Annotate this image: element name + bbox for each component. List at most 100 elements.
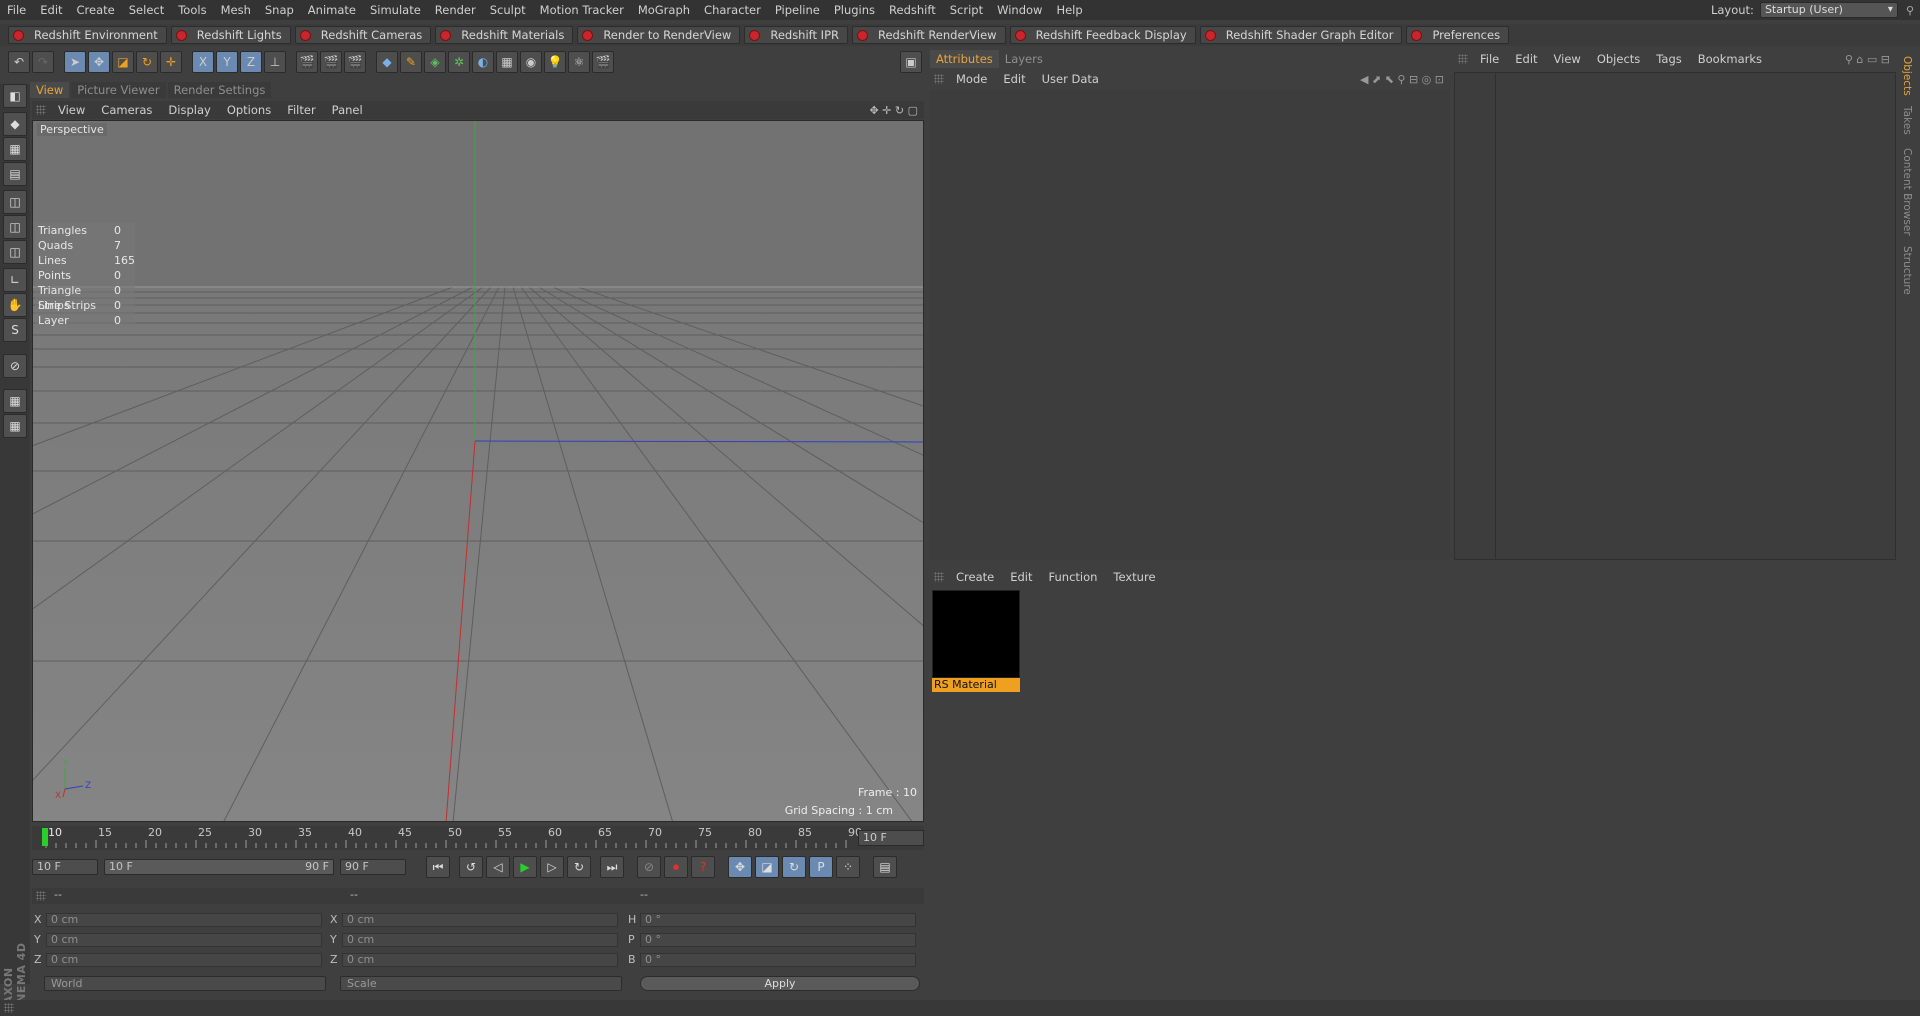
tab-render-settings[interactable]: Render Settings [167,82,272,98]
preferences-button[interactable]: Preferences [1406,26,1510,44]
viewport-menu-view[interactable]: View [50,101,93,119]
timeline-ruler[interactable]: 10 15 20 25 30 35 40 45 50 55 60 65 70 75 80 85 90 [32,826,924,850]
workplane-mode-icon[interactable]: ▤ [3,162,27,186]
menu-edit[interactable]: Edit [33,0,69,20]
autokeying-icon[interactable]: ⏺ [664,856,688,878]
scale-key-icon[interactable]: ◪ [755,856,779,878]
scale-dropdown[interactable]: Scale [340,976,622,991]
end-frame-field[interactable]: 90 F [340,859,406,875]
pos-x-field[interactable]: 0 cm [46,913,322,927]
objects-menu-view[interactable]: View [1546,50,1589,68]
layout-dropdown[interactable]: Startup (User) [1759,2,1898,18]
redshift-lights-button[interactable]: Redshift Lights [170,26,291,44]
redshift-feedback-display-button[interactable]: Redshift Feedback Display [1009,26,1196,44]
menu-animate[interactable]: Animate [301,0,363,20]
camera-icon[interactable]: ◉ [520,51,542,73]
workplane-icon[interactable]: ▦ [3,389,27,413]
render-view-icon[interactable]: 🎬 [296,51,318,73]
menu-help[interactable]: Help [1049,0,1089,20]
keyframe-selection-icon[interactable]: ? [691,856,715,878]
side-tab-structure[interactable]: Structure [1901,246,1913,295]
dynamics-icon[interactable]: ⚛ [568,51,590,73]
parameter-key-icon[interactable]: P [809,856,833,878]
tab-view[interactable]: View [30,82,70,98]
play-forward-icon[interactable]: ▶ [513,856,537,878]
subdivision-surface-icon[interactable]: ◈ [424,51,446,73]
edit-render-settings-icon[interactable]: 🎬 [344,51,366,73]
viewport-menu-filter[interactable]: Filter [279,101,323,119]
record-keys-icon[interactable]: ⊘ [637,856,661,878]
coordinate-system-icon[interactable]: ⊥ [264,51,286,73]
cloner-icon[interactable]: ✲ [448,51,470,73]
menu-motion-tracker[interactable]: Motion Tracker [533,0,631,20]
objects-menu-edit[interactable]: Edit [1507,50,1545,68]
apply-button[interactable]: Apply [640,976,920,991]
attributes-menu-edit[interactable]: Edit [995,70,1033,88]
size-y-field[interactable]: 0 cm [342,933,618,947]
tab-picture-viewer[interactable]: Picture Viewer [71,82,166,98]
current-frame-field[interactable]: 10 F [858,830,924,846]
point-level-animation-icon[interactable]: ⁘ [836,856,860,878]
rotation-key-icon[interactable]: ↻ [782,856,806,878]
x-axis-lock-icon[interactable]: X [192,51,214,73]
deformer-icon[interactable]: ◐ [472,51,494,73]
grip-icon[interactable] [934,74,944,84]
undo-icon[interactable]: ↶ [8,51,30,73]
rot-b-field[interactable]: 0 ° [640,953,916,967]
menu-script[interactable]: Script [943,0,990,20]
objects-menu-tags[interactable]: Tags [1648,50,1689,68]
polygons-mode-icon[interactable]: ◫ [3,240,27,264]
move-tool-icon[interactable]: ✥ [88,51,110,73]
frame-range-slider[interactable]: 10 F 90 F [104,859,334,875]
viewport-menu-display[interactable]: Display [160,101,218,119]
menu-select[interactable]: Select [122,0,171,20]
pen-spline-icon[interactable]: ✎ [400,51,422,73]
rot-p-field[interactable]: 0 ° [640,933,916,947]
tab-attributes[interactable]: Attributes [930,50,999,68]
menu-simulate[interactable]: Simulate [363,0,428,20]
edges-mode-icon[interactable]: ◫ [3,215,27,239]
redshift-materials-button[interactable]: Redshift Materials [435,26,574,44]
side-tab-content-browser[interactable]: Content Browser [1901,148,1913,236]
redshift-cameras-button[interactable]: Redshift Cameras [294,26,432,44]
menu-snap[interactable]: Snap [258,0,301,20]
snapping-icon[interactable]: ⊘ [3,354,27,378]
side-tab-objects[interactable]: Objects [1901,56,1913,96]
menu-render[interactable]: Render [428,0,483,20]
viewport-menu-cameras[interactable]: Cameras [93,101,160,119]
viewport-nav-icons[interactable]: ✥ ✛ ↻ ▢ [869,104,918,117]
menu-file[interactable]: File [0,0,33,20]
menu-mograph[interactable]: MoGraph [631,0,697,20]
world-dropdown[interactable]: World [44,976,326,991]
next-key-icon[interactable]: ↻ [567,856,591,878]
attributes-menu-user-data[interactable]: User Data [1034,70,1107,88]
redo-icon[interactable]: ↷ [32,51,54,73]
previous-frame-icon[interactable]: ◁ [486,856,510,878]
menu-character[interactable]: Character [697,0,768,20]
material-thumbnail[interactable] [932,590,1020,678]
material-menu-texture[interactable]: Texture [1105,568,1163,586]
rot-h-field[interactable]: 0 ° [640,913,916,927]
material-name[interactable]: RS Material [932,678,1020,692]
redshift-shader-graph-editor-button[interactable]: Redshift Shader Graph Editor [1199,26,1403,44]
menu-create[interactable]: Create [70,0,122,20]
objects-menu-file[interactable]: File [1472,50,1507,68]
selection-tool-icon[interactable]: ➤ [64,51,86,73]
material-menu-create[interactable]: Create [948,568,1002,586]
position-key-icon[interactable]: ✥ [728,856,752,878]
search-icon[interactable]: ⚲ [1906,4,1914,17]
render-animation-icon[interactable]: 🎬 [592,51,614,73]
viewport-menu-options[interactable]: Options [219,101,279,119]
texture-mode-icon[interactable]: ▦ [3,137,27,161]
light-icon[interactable]: 💡 [544,51,566,73]
rotate-tool-icon[interactable]: ↻ [136,51,158,73]
previous-key-icon[interactable]: ↺ [459,856,483,878]
grip-icon[interactable] [4,1003,14,1013]
render-to-renderview-button[interactable]: Render to RenderView [577,26,741,44]
tab-layers[interactable]: Layers [999,50,1049,68]
pos-z-field[interactable]: 0 cm [46,953,322,967]
timeline-window-icon[interactable]: ▤ [873,856,897,878]
next-frame-icon[interactable]: ▷ [540,856,564,878]
objects-menu-bookmarks[interactable]: Bookmarks [1690,50,1770,68]
save-icon[interactable]: ▣ [900,51,922,73]
